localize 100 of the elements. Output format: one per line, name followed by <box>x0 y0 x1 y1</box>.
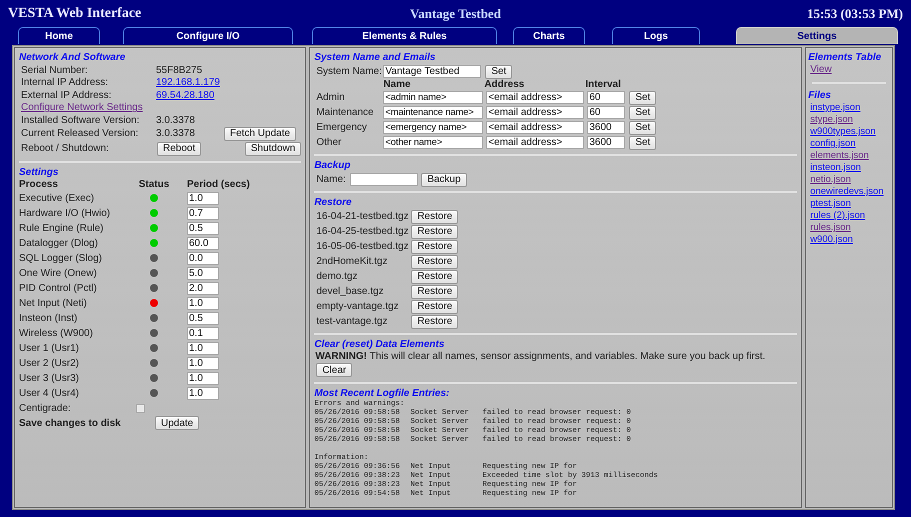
period-input[interactable]: 2.0 <box>187 282 219 294</box>
backup-file-name: test-vantage.tgz <box>315 316 388 327</box>
file-link[interactable]: w900.json <box>808 234 890 246</box>
backup-file-name: 2ndHomeKit.tgz <box>315 256 388 267</box>
reboot-button[interactable]: Reboot <box>157 142 202 156</box>
backup-name-input[interactable] <box>350 173 418 186</box>
period-input[interactable]: 1.0 <box>187 372 219 384</box>
file-link[interactable]: w900types.json <box>808 126 890 138</box>
file-link[interactable]: onewiredevs.json <box>808 186 890 198</box>
backup-file-name: empty-vantage.tgz <box>315 301 400 312</box>
restore-button[interactable]: Restore <box>411 314 458 328</box>
name-input[interactable]: <maintenance name> <box>383 106 484 119</box>
backup-file-name: demo.tgz <box>315 271 358 282</box>
field-label: Installed Software Version: <box>20 114 140 126</box>
backup-file-name: devel_base.tgz <box>315 286 385 297</box>
clock-time: 15:53 (03:53 PM) <box>806 6 903 22</box>
shutdown-button[interactable]: Shutdown <box>244 142 302 156</box>
period-input[interactable]: 0.0 <box>187 252 219 264</box>
section-heading: Restore <box>314 197 353 208</box>
configure-network-link[interactable]: Configure Network Settings <box>19 102 143 114</box>
file-link[interactable]: ptest.json <box>808 198 890 210</box>
restore-button[interactable]: Restore <box>411 254 458 268</box>
restore-button[interactable]: Restore <box>411 270 458 284</box>
ip-link[interactable]: 69.54.28.180 <box>156 90 214 101</box>
email-input[interactable]: <email address> <box>486 136 584 149</box>
file-link[interactable]: instype.json <box>808 102 890 114</box>
column-header: Period (secs) <box>186 179 251 190</box>
email-input[interactable]: <email address> <box>486 121 584 134</box>
role-label: Emergency <box>315 122 368 133</box>
process-name: Wireless (W900) <box>19 328 94 338</box>
backup-file-name: 16-05-06-testbed.tgz <box>315 241 410 252</box>
backup-button[interactable]: Backup <box>421 172 467 186</box>
nav-tab[interactable]: Home <box>18 27 100 44</box>
system-name: Vantage Testbed <box>409 6 502 22</box>
restore-button[interactable]: Restore <box>411 240 458 254</box>
fetch-update-button[interactable]: Fetch Update <box>224 126 296 140</box>
file-link[interactable]: stype.json <box>808 114 890 126</box>
period-input[interactable]: 1.0 <box>187 356 219 370</box>
file-link[interactable]: rules (2).json <box>808 210 890 222</box>
file-link[interactable]: netio.json <box>808 174 890 186</box>
file-link[interactable]: rules.json <box>808 222 890 234</box>
period-input[interactable]: 0.5 <box>187 312 219 324</box>
process-name: One Wire (Onew) <box>19 268 98 278</box>
file-link[interactable]: insteon.json <box>808 162 890 174</box>
name-input[interactable]: <other name> <box>383 136 484 149</box>
set-button[interactable]: Set <box>629 90 656 104</box>
system-name-input[interactable]: Vantage Testbed <box>383 65 482 78</box>
view-link[interactable]: View <box>808 64 890 76</box>
process-name: User 3 (Usr3) <box>19 372 80 384</box>
file-link[interactable]: elements.json <box>808 150 890 162</box>
section-heading: Backup <box>314 160 352 171</box>
role-label: Admin <box>315 92 346 103</box>
ip-link[interactable]: 192.168.1.179 <box>156 77 220 88</box>
nav-tab[interactable]: Elements & Rules <box>312 27 497 44</box>
column-header: Status <box>138 179 170 190</box>
interval-input[interactable]: 3600 <box>587 121 626 134</box>
set-button[interactable]: Set <box>629 120 656 134</box>
field-value: 3.0.3378 <box>156 128 196 139</box>
period-input[interactable]: 1.0 <box>187 192 219 204</box>
set-button[interactable]: Set <box>629 106 656 120</box>
restore-button[interactable]: Restore <box>411 300 458 314</box>
name-input[interactable]: <admin name> <box>383 91 484 104</box>
field-label: Internal IP Address: <box>20 77 110 88</box>
nav-tab[interactable]: Configure I/O <box>123 27 293 44</box>
period-input[interactable]: 0.5 <box>187 222 219 234</box>
interval-input[interactable]: 60 <box>587 91 626 104</box>
warning-text: WARNING! This will clear all names, sensor assignments, and variables. Make sure you back up first. <box>314 351 766 362</box>
period-input[interactable]: 5.0 <box>187 266 219 280</box>
period-input[interactable]: 0.7 <box>187 206 219 220</box>
period-input[interactable]: 60.0 <box>187 236 219 250</box>
interval-input[interactable]: 60 <box>587 106 626 119</box>
restore-button[interactable]: Restore <box>411 284 458 298</box>
field-label: External IP Address: <box>20 90 112 101</box>
section-heading: Settings <box>19 166 60 178</box>
app-title: VESTA Web Interface <box>8 6 142 22</box>
period-input[interactable]: 1.0 <box>187 296 219 310</box>
period-input[interactable]: 1.0 <box>187 342 219 354</box>
field-label: Reboot / Shutdown: <box>20 143 110 154</box>
email-input[interactable]: <email address> <box>486 106 584 119</box>
section-heading: Files <box>808 90 832 101</box>
interval-input[interactable]: 3600 <box>587 136 626 149</box>
file-link[interactable]: config.json <box>808 138 890 150</box>
restore-button[interactable]: Restore <box>411 224 458 238</box>
clear-button[interactable]: Clear <box>316 363 352 377</box>
name-input[interactable]: <emergency name> <box>383 121 484 134</box>
email-input[interactable]: <email address> <box>486 91 584 104</box>
set-button[interactable]: Set <box>629 136 656 150</box>
checkbox[interactable] <box>136 404 145 412</box>
section-heading: Elements Table <box>808 52 882 63</box>
nav-tab[interactable]: Settings <box>736 27 898 44</box>
backup-file-name: 16-04-25-testbed.tgz <box>315 226 410 237</box>
process-name: Hardware I/O (Hwio) <box>19 208 112 218</box>
update-button[interactable]: Update <box>155 416 200 430</box>
field-value: 55F8B275 <box>156 64 202 76</box>
period-input[interactable]: 1.0 <box>187 386 219 400</box>
nav-tab[interactable]: Logs <box>612 27 700 44</box>
period-input[interactable]: 0.1 <box>187 326 219 340</box>
set-button[interactable]: Set <box>485 64 512 78</box>
restore-button[interactable]: Restore <box>411 210 458 224</box>
nav-tab[interactable]: Charts <box>513 27 585 44</box>
